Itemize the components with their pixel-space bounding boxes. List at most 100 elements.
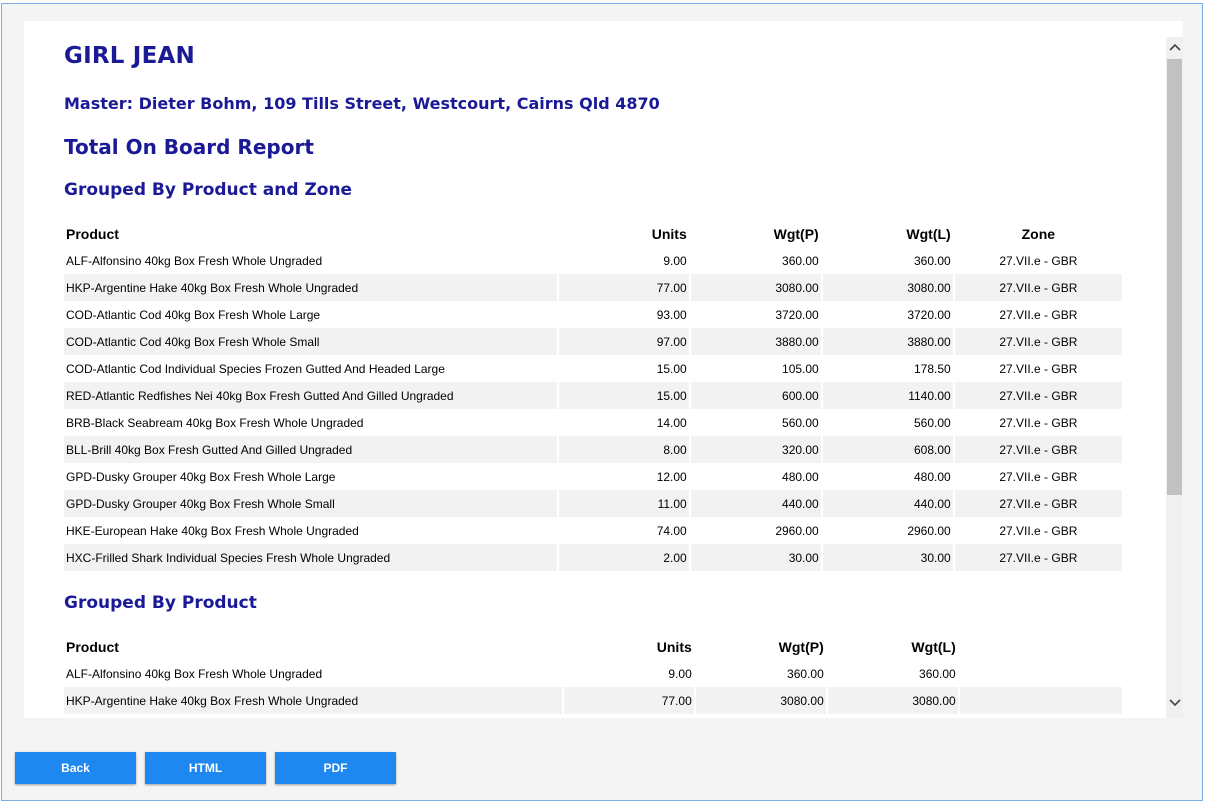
- units-cell: 97.00: [558, 328, 689, 355]
- wgt-l-cell: 608.00: [822, 436, 953, 463]
- product-cell: RED-Atlantic Redfishes Nei 40kg Box Fres…: [64, 382, 557, 409]
- empty-cell: [960, 660, 1122, 687]
- wgt-l-cell: 3080.00: [822, 274, 953, 301]
- wgt-p-cell: 360.00: [787, 666, 824, 681]
- zone-cell: 27.VII.e - GBR: [999, 307, 1078, 322]
- chevron-down-icon[interactable]: [1166, 694, 1183, 711]
- zone-cell: 27.VII.e - GBR: [954, 328, 1122, 355]
- wgt-p-cell: 105.00: [782, 361, 819, 376]
- table-row: ALF-Alfonsino 40kg Box Fresh Whole Ungra…: [64, 247, 1122, 274]
- wgt-p-cell: 440.00: [690, 490, 821, 517]
- units-cell: 15.00: [558, 382, 689, 409]
- table-row: GPD-Dusky Grouper 40kg Box Fresh Whole S…: [64, 490, 1122, 517]
- html-button[interactable]: HTML: [145, 752, 266, 784]
- wgt-l-cell: 30.00: [822, 544, 953, 571]
- zone-cell: 27.VII.e - GBR: [999, 253, 1078, 268]
- vessel-name: GIRL JEAN: [64, 43, 195, 69]
- wgt-l-cell: 2960.00: [907, 523, 951, 538]
- units-cell: 9.00: [668, 666, 692, 681]
- table-row: RED-Atlantic Redfishes Nei 40kg Box Fres…: [64, 382, 1122, 409]
- wgt-p-cell: 360.00: [782, 253, 819, 268]
- product-cell: COD-Atlantic Cod 40kg Box Fresh Whole La…: [66, 307, 321, 322]
- zone-cell: 27.VII.e - GBR: [999, 415, 1078, 430]
- wgt-p-cell: 560.00: [782, 415, 819, 430]
- table-row: COD-Atlantic Cod Individual Species Froz…: [64, 355, 1122, 382]
- units-cell: 12.00: [656, 469, 687, 484]
- wgt-l-cell: 440.00: [822, 490, 953, 517]
- section-title-product: Grouped By Product: [64, 593, 257, 613]
- column-header-units: Units: [656, 638, 692, 655]
- column-header-zone: Zone: [1021, 225, 1056, 242]
- scroll-thumb[interactable]: [1167, 59, 1182, 495]
- column-header-empty: [960, 633, 1122, 660]
- units-cell: 93.00: [656, 307, 687, 322]
- zone-cell: 27.VII.e - GBR: [999, 361, 1078, 376]
- table-row: COD-Atlantic Cod 40kg Box Fresh Whole La…: [64, 301, 1122, 328]
- table-header-row: Product Units Wgt(P) Wgt(L) Zone: [64, 220, 1122, 247]
- master-line: Master: Dieter Bohm, 109 Tills Street, W…: [64, 94, 660, 113]
- wgt-l-cell: 3080.00: [827, 687, 958, 714]
- column-header-product: Product: [66, 638, 119, 655]
- pdf-button[interactable]: PDF: [275, 752, 396, 784]
- vertical-scrollbar[interactable]: [1166, 37, 1183, 718]
- wgt-l-cell: 360.00: [919, 666, 956, 681]
- product-table: Product Units Wgt(P) Wgt(L) ALF-Alfonsin…: [62, 633, 1124, 714]
- table-row: ALF-Alfonsino 40kg Box Fresh Whole Ungra…: [64, 660, 1122, 687]
- column-header-wgt-p: Wgt(P): [773, 225, 819, 242]
- units-cell: 15.00: [656, 361, 687, 376]
- table-header-row: Product Units Wgt(P) Wgt(L): [64, 633, 1122, 660]
- wgt-p-cell: 3080.00: [695, 687, 826, 714]
- product-cell: COD-Atlantic Cod Individual Species Froz…: [66, 361, 445, 376]
- units-cell: 9.00: [663, 253, 687, 268]
- wgt-p-cell: 600.00: [690, 382, 821, 409]
- units-cell: 2.00: [558, 544, 689, 571]
- product-cell: COD-Atlantic Cod 40kg Box Fresh Whole Sm…: [64, 328, 557, 355]
- wgt-p-cell: 480.00: [782, 469, 819, 484]
- wgt-l-cell: 1140.00: [822, 382, 953, 409]
- units-cell: 77.00: [563, 687, 694, 714]
- zone-cell: 27.VII.e - GBR: [999, 523, 1078, 538]
- product-cell: HKP-Argentine Hake 40kg Box Fresh Whole …: [64, 687, 562, 714]
- empty-cell: [959, 687, 1122, 714]
- report-scroll-view[interactable]: GIRL JEAN Master: Dieter Bohm, 109 Tills…: [24, 21, 1183, 718]
- table-row: BLL-Brill 40kg Box Fresh Gutted And Gill…: [64, 436, 1122, 463]
- column-header-product: Product: [66, 225, 119, 242]
- product-cell: ALF-Alfonsino 40kg Box Fresh Whole Ungra…: [66, 253, 323, 268]
- product-cell: HKP-Argentine Hake 40kg Box Fresh Whole …: [64, 274, 557, 301]
- product-cell: BRB-Black Seabream 40kg Box Fresh Whole …: [66, 415, 364, 430]
- units-cell: 77.00: [558, 274, 689, 301]
- table-row: HKP-Argentine Hake 40kg Box Fresh Whole …: [64, 274, 1122, 301]
- product-zone-table: Product Units Wgt(P) Wgt(L) Zone ALF-Alf…: [62, 220, 1124, 571]
- zone-cell: 27.VII.e - GBR: [954, 436, 1122, 463]
- zone-cell: 27.VII.e - GBR: [954, 544, 1122, 571]
- zone-cell: 27.VII.e - GBR: [954, 382, 1122, 409]
- table-row: GPD-Dusky Grouper 40kg Box Fresh Whole L…: [64, 463, 1122, 490]
- zone-cell: 27.VII.e - GBR: [954, 274, 1122, 301]
- units-cell: 8.00: [558, 436, 689, 463]
- product-cell: HKE-European Hake 40kg Box Fresh Whole U…: [66, 523, 359, 538]
- back-button[interactable]: Back: [15, 752, 136, 784]
- zone-cell: 27.VII.e - GBR: [999, 469, 1078, 484]
- product-cell: GPD-Dusky Grouper 40kg Box Fresh Whole S…: [64, 490, 557, 517]
- wgt-l-cell: 360.00: [914, 253, 951, 268]
- zone-cell: 27.VII.e - GBR: [954, 490, 1122, 517]
- table-row: HKE-European Hake 40kg Box Fresh Whole U…: [64, 517, 1122, 544]
- report-title: Total On Board Report: [64, 135, 314, 159]
- units-cell: 14.00: [656, 415, 687, 430]
- section-title-product-zone: Grouped By Product and Zone: [64, 180, 353, 200]
- wgt-p-cell: 3880.00: [690, 328, 821, 355]
- table-row: BRB-Black Seabream 40kg Box Fresh Whole …: [64, 409, 1122, 436]
- wgt-l-cell: 178.50: [914, 361, 951, 376]
- table-row: COD-Atlantic Cod 40kg Box Fresh Whole Sm…: [64, 328, 1122, 355]
- wgt-l-cell: 560.00: [914, 415, 951, 430]
- column-header-wgt-l: Wgt(L): [906, 225, 951, 242]
- wgt-p-cell: 2960.00: [775, 523, 819, 538]
- wgt-p-cell: 3720.00: [775, 307, 819, 322]
- wgt-l-cell: 3880.00: [822, 328, 953, 355]
- product-cell: GPD-Dusky Grouper 40kg Box Fresh Whole L…: [66, 469, 336, 484]
- wgt-l-cell: 480.00: [914, 469, 951, 484]
- wgt-p-cell: 30.00: [690, 544, 821, 571]
- chevron-up-icon[interactable]: [1166, 38, 1183, 55]
- wgt-p-cell: 3080.00: [690, 274, 821, 301]
- table-row: HKP-Argentine Hake 40kg Box Fresh Whole …: [64, 687, 1122, 714]
